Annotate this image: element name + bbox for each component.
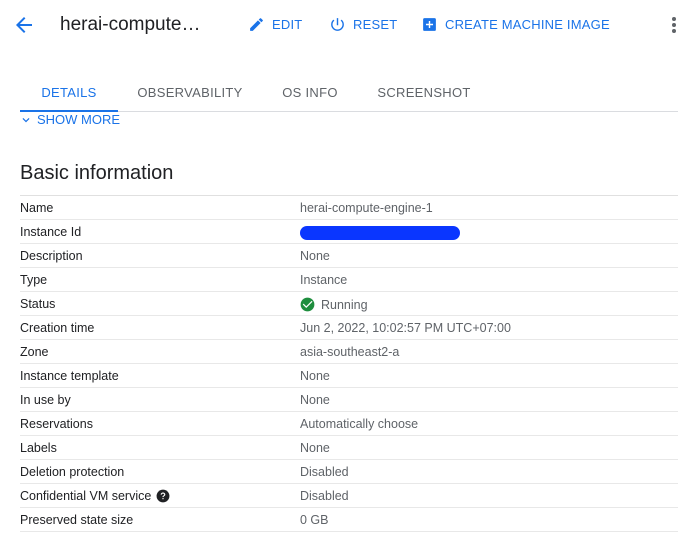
table-row: Instance template None [20,364,678,388]
row-value: Disabled [300,489,349,503]
tab-bar: DETAILS OBSERVABILITY OS INFO SCREENSHOT [20,78,678,112]
tab-screenshot[interactable]: SCREENSHOT [374,78,474,112]
create-machine-image-button[interactable]: CREATE MACHINE IMAGE [421,16,610,33]
row-label: Zone [20,345,49,359]
row-value: Jun 2, 2022, 10:02:57 PM UTC+07:00 [300,321,511,335]
create-machine-image-label: CREATE MACHINE IMAGE [445,17,610,32]
table-row: Creation time Jun 2, 2022, 10:02:57 PM U… [20,316,678,340]
row-value: Automatically choose [300,417,419,431]
row-value: None [300,249,330,263]
row-label-with-help: Confidential VM service [20,489,170,503]
reset-label: RESET [353,17,398,32]
row-label-text: Confidential VM service [20,489,152,503]
row-value: None [300,441,330,455]
row-label: Reservations [20,417,93,431]
row-label: In use by [20,393,71,407]
row-value: asia-southeast2-a [300,345,400,359]
edit-button[interactable]: EDIT [248,16,302,33]
show-more-label: SHOW MORE [37,112,121,127]
row-value: Instance [300,273,348,287]
back-arrow-icon[interactable] [12,13,36,37]
row-label: Labels [20,441,57,455]
row-value: herai-compute-engine-1 [300,201,433,215]
table-row: Instance Id [20,220,678,244]
table-row: Type Instance [20,268,678,292]
redaction-mark [300,226,460,240]
top-bar: herai-compute… EDIT RESET CREATE MACHINE… [0,0,678,52]
table-row: Labels None [20,436,678,460]
check-circle-icon [300,297,315,312]
table-row: In use by None [20,388,678,412]
chevron-down-icon [22,117,30,122]
row-value [300,225,460,240]
reset-button[interactable]: RESET [329,16,397,33]
power-icon [331,18,344,31]
tab-os-info[interactable]: OS INFO [276,78,344,112]
table-row: Preserved state size 0 GB [20,508,678,532]
row-label: Type [20,273,48,287]
row-value: Disabled [300,465,349,479]
row-label: Deletion protection [20,465,125,479]
table-row: Status Running [20,292,678,316]
show-more-button[interactable]: SHOW MORE [19,112,120,127]
section-title: Basic information [20,162,174,184]
more-vert-icon[interactable] [670,13,678,37]
row-label: Status [20,297,56,311]
row-label: Instance Id [20,225,82,239]
row-label: Instance template [20,369,119,383]
tab-details[interactable]: DETAILS [20,78,118,112]
table-row: Name herai-compute-engine-1 [20,196,678,220]
table-row: Confidential VM service Disabled [20,484,678,508]
table-row: Description None [20,244,678,268]
table-row: Reservations Automatically choose [20,412,678,436]
row-label: Preserved state size [20,513,134,527]
pencil-icon [250,18,263,31]
row-label: Creation time [20,321,95,335]
page-title: herai-compute… [60,14,201,35]
row-label: Name [20,201,54,215]
row-value: None [300,369,330,383]
add-box-icon [423,18,436,31]
basic-info-table: Name herai-compute-engine-1 Instance Id … [20,195,678,532]
edit-label: EDIT [272,17,303,32]
row-value: 0 GB [300,513,329,527]
row-value: None [300,393,330,407]
tab-observability[interactable]: OBSERVABILITY [134,78,246,112]
row-value: Running [300,297,368,312]
help-icon[interactable] [156,489,170,503]
table-row: Zone asia-southeast2-a [20,340,678,364]
status-text: Running [321,297,368,312]
row-label: Description [20,249,83,263]
table-row: Deletion protection Disabled [20,460,678,484]
